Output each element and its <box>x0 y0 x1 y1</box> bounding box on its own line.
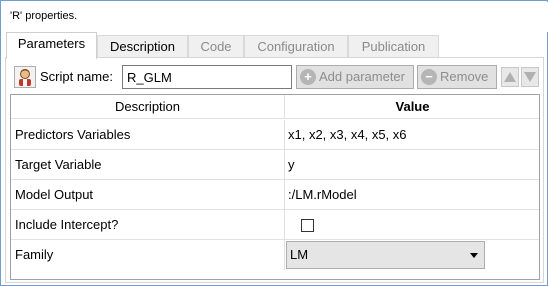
script-name-label: Script name: <box>40 69 113 84</box>
tab-code[interactable]: Code <box>188 35 244 59</box>
tab-configuration[interactable]: Configuration <box>244 35 348 59</box>
remove-label: Remove <box>440 69 489 84</box>
row-description: Target Variable <box>11 150 285 180</box>
table-row[interactable]: Model Output :/LM.rModel <box>11 180 539 210</box>
tab-publication[interactable]: Publication <box>348 35 439 59</box>
table-header: Description Value <box>11 95 539 119</box>
parameters-panel: Script name: + Add parameter − Remove De… <box>5 57 544 283</box>
row-description: Model Output <box>11 180 285 210</box>
table-row[interactable]: Include Intercept? <box>11 210 539 240</box>
dialog-window: 'R' properties. Parameters Description C… <box>0 0 548 286</box>
move-up-button[interactable] <box>501 67 519 87</box>
family-select[interactable]: LM <box>286 241 485 269</box>
row-description: Include Intercept? <box>11 210 285 240</box>
parameters-table: Description Value Predictors Variables x… <box>10 94 540 280</box>
row-value[interactable]: x1, x2, x3, x4, x5, x6 <box>286 120 539 150</box>
add-parameter-label: Add parameter <box>319 69 405 84</box>
arrow-up-icon <box>504 72 516 82</box>
tab-description[interactable]: Description <box>97 35 188 59</box>
column-header-description[interactable]: Description <box>11 95 285 119</box>
title-bar: 'R' properties. <box>2 2 548 32</box>
row-value[interactable]: y <box>286 150 539 180</box>
table-row[interactable]: Target Variable y <box>11 150 539 180</box>
row-value: LM <box>286 240 539 270</box>
tab-bar: Parameters Description Code Configuratio… <box>2 32 548 59</box>
window-title: 'R' properties. <box>10 10 78 22</box>
row-description: Predictors Variables <box>11 120 285 150</box>
table-row[interactable]: Family LM <box>11 240 539 270</box>
minus-icon: − <box>421 69 437 85</box>
row-value <box>286 210 539 240</box>
include-intercept-checkbox[interactable] <box>301 219 314 232</box>
row-value[interactable]: :/LM.rModel <box>286 180 539 210</box>
table-row[interactable]: Predictors Variables x1, x2, x3, x4, x5,… <box>11 120 539 150</box>
remove-button[interactable]: − Remove <box>417 65 497 89</box>
plus-icon: + <box>300 69 316 85</box>
script-name-input[interactable] <box>122 65 292 89</box>
family-selected-value: LM <box>290 247 309 262</box>
arrow-down-icon <box>524 72 536 82</box>
column-header-value[interactable]: Value <box>286 95 539 119</box>
move-down-button[interactable] <box>521 67 539 87</box>
add-parameter-button[interactable]: + Add parameter <box>296 65 414 89</box>
script-icon[interactable] <box>14 66 36 88</box>
script-toolbar: Script name: + Add parameter − Remove <box>10 64 540 90</box>
row-description: Family <box>11 240 285 270</box>
chevron-down-icon <box>470 253 478 258</box>
tab-parameters[interactable]: Parameters <box>6 32 97 59</box>
